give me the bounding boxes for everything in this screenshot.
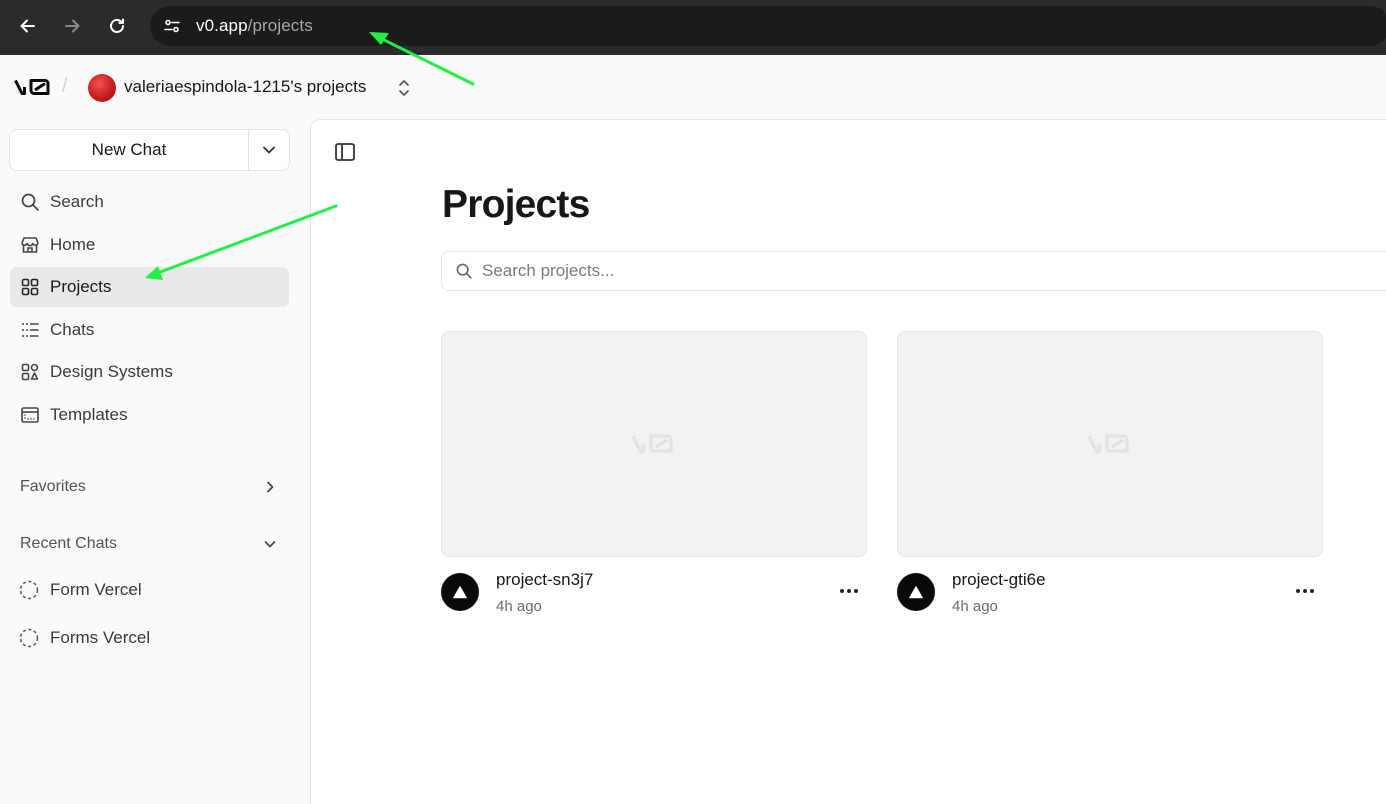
v0-logo-icon xyxy=(1087,434,1129,454)
reload-icon xyxy=(110,18,124,33)
recent-chat-item[interactable]: Forms Vercel xyxy=(18,623,150,653)
sidebar-item-label: Design Systems xyxy=(50,362,173,381)
url-host: v0.app xyxy=(196,16,248,35)
sidebar-item-label: Chats xyxy=(50,319,95,339)
forward-button[interactable] xyxy=(56,10,88,42)
design-systems-icon xyxy=(20,362,40,382)
more-horizontal-icon xyxy=(1296,589,1314,593)
sidebar-toggle-icon[interactable] xyxy=(333,140,357,164)
sidebar-item-label: Templates xyxy=(50,404,128,424)
new-chat-button[interactable]: New Chat xyxy=(10,130,249,170)
team-avatar[interactable] xyxy=(88,74,116,102)
project-meta: project-gti6e 4h ago xyxy=(897,557,1323,627)
vercel-avatar xyxy=(897,573,935,611)
sidebar-item-home[interactable]: Home xyxy=(10,225,289,265)
project-meta: project-sn3j7 4h ago xyxy=(441,557,867,627)
templates-icon xyxy=(20,405,40,425)
recent-chats-section-header[interactable]: Recent Chats xyxy=(20,532,278,556)
project-name[interactable]: project-gti6e xyxy=(952,570,1046,590)
dashed-circle-icon xyxy=(19,580,39,600)
arrow-right-icon xyxy=(65,19,80,33)
recent-chat-item[interactable]: Form Vercel xyxy=(18,575,142,605)
chevron-down-icon xyxy=(264,541,276,548)
sidebar-item-chats[interactable]: Chats xyxy=(10,310,289,350)
chevron-down-icon xyxy=(263,146,275,154)
sidebar-item-label: Home xyxy=(50,234,96,254)
triangle-icon xyxy=(452,585,468,599)
sidebar: New Chat Search Home Projects Chats Desi… xyxy=(0,119,310,804)
grid-icon xyxy=(20,277,40,297)
back-button[interactable] xyxy=(12,10,44,42)
site-settings-icon[interactable] xyxy=(152,6,192,46)
more-horizontal-icon xyxy=(840,589,858,593)
v0-logo-icon[interactable] xyxy=(14,77,52,97)
v0-logo-icon xyxy=(631,434,673,454)
favorites-section-header[interactable]: Favorites xyxy=(20,475,278,499)
favorites-label: Favorites xyxy=(20,478,86,495)
browser-toolbar: v0.app/projects xyxy=(0,0,1386,55)
url-text[interactable]: v0.app/projects xyxy=(196,16,313,36)
project-card[interactable]: project-gti6e 4h ago xyxy=(897,331,1323,627)
sidebar-item-search[interactable]: Search xyxy=(10,182,289,222)
chevron-right-icon xyxy=(267,481,274,493)
header-divider: / xyxy=(62,75,68,97)
project-thumbnail[interactable] xyxy=(897,331,1323,557)
project-thumbnail[interactable] xyxy=(441,331,867,557)
sidebar-item-projects[interactable]: Projects xyxy=(10,267,289,307)
arrow-left-icon xyxy=(20,19,35,33)
sidebar-nav: Search Home Projects Chats Design System… xyxy=(10,182,289,437)
project-card[interactable]: project-sn3j7 4h ago xyxy=(441,331,867,627)
chevron-up-down-icon[interactable] xyxy=(396,78,412,98)
app-header: / valeriaespindola-1215's projects xyxy=(0,55,1386,119)
address-bar[interactable]: v0.app/projects xyxy=(150,6,1386,46)
sidebar-item-design-systems[interactable]: Design Systems xyxy=(10,352,289,392)
dashed-circle-icon xyxy=(19,628,39,648)
home-icon xyxy=(20,235,40,255)
project-more-button[interactable] xyxy=(1287,579,1323,603)
recent-chats-label: Recent Chats xyxy=(20,535,117,552)
sidebar-item-templates[interactable]: Templates xyxy=(10,395,289,435)
project-time: 4h ago xyxy=(952,598,998,615)
project-time: 4h ago xyxy=(496,598,542,615)
url-path: /projects xyxy=(247,16,313,35)
triangle-icon xyxy=(908,585,924,599)
team-name[interactable]: valeriaespindola-1215's projects xyxy=(124,77,366,97)
search-icon xyxy=(454,261,474,281)
sidebar-item-label: Search xyxy=(50,192,104,211)
recent-chat-label: Forms Vercel xyxy=(50,628,151,647)
main-panel: Projects project-sn3j7 4h ago xyxy=(310,119,1386,804)
search-projects-box xyxy=(441,251,1386,291)
page-title: Projects xyxy=(442,183,590,226)
recent-chat-label: Form Vercel xyxy=(50,580,142,599)
list-icon xyxy=(20,320,40,340)
new-chat-button-group: New Chat xyxy=(9,129,290,171)
project-name[interactable]: project-sn3j7 xyxy=(496,570,593,590)
new-chat-dropdown-button[interactable] xyxy=(249,130,289,170)
search-projects-input[interactable] xyxy=(482,261,1362,281)
reload-button[interactable] xyxy=(101,10,133,42)
search-icon xyxy=(20,192,40,212)
sidebar-item-label: Projects xyxy=(50,277,112,296)
vercel-avatar xyxy=(441,573,479,611)
project-more-button[interactable] xyxy=(831,579,867,603)
